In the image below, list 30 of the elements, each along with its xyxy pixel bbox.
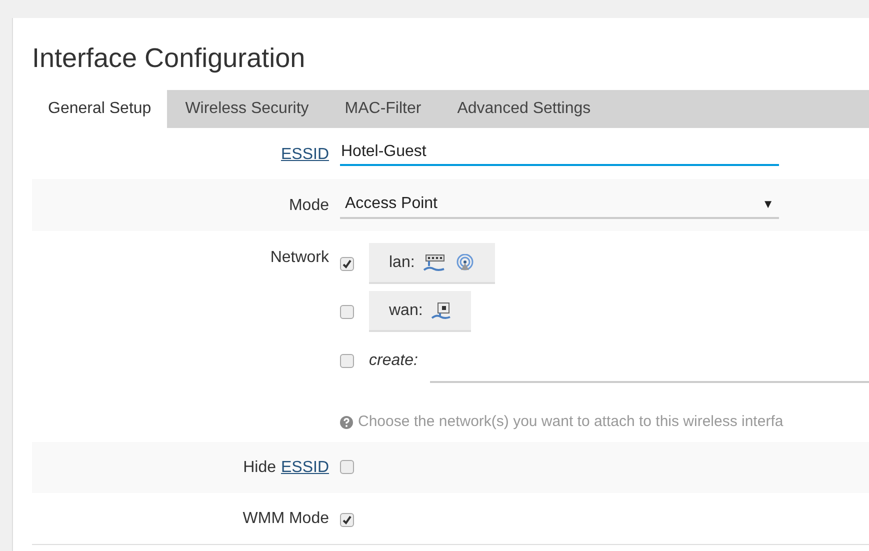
- page-title: Interface Configuration: [32, 42, 306, 75]
- tab[interactable]: Advanced Settings: [439, 90, 609, 128]
- checkbox[interactable]: [340, 304, 354, 318]
- field-label: Network: [270, 248, 329, 268]
- create-label: create:: [369, 351, 415, 371]
- interface-name: wan:: [389, 300, 423, 320]
- field-label: Hide: [243, 458, 276, 478]
- tab[interactable]: MAC-Filter: [326, 90, 440, 128]
- dropdown[interactable]: Access Point ▼: [340, 191, 779, 219]
- network-switch-icon: [422, 254, 445, 272]
- interface-chip[interactable]: lan:: [369, 243, 495, 284]
- help-text: Choose the network(s) you want to attach to this wireless interfa: [358, 412, 784, 432]
- field-label: Mode: [288, 196, 329, 216]
- checkbox[interactable]: [340, 460, 354, 474]
- field-label: WMM Mode: [242, 508, 329, 528]
- checkbox[interactable]: [340, 512, 354, 526]
- field-link[interactable]: ESSID: [280, 456, 329, 480]
- checkbox[interactable]: [340, 354, 354, 368]
- field-link[interactable]: ESSID: [280, 143, 329, 167]
- tab[interactable]: General Setup: [32, 90, 168, 128]
- checkbox[interactable]: [340, 256, 354, 270]
- help-icon: [340, 416, 353, 429]
- wireless-icon: [454, 254, 475, 272]
- interface-name: lan:: [389, 252, 415, 272]
- interface-chip[interactable]: wan:: [369, 291, 471, 332]
- dropdown-arrow: ▼: [762, 196, 774, 213]
- ethernet-port-icon: [430, 302, 451, 320]
- tab[interactable]: Wireless Security: [167, 90, 327, 128]
- dropdown-value: Access Point: [345, 194, 438, 214]
- text-input[interactable]: Hotel-Guest: [340, 140, 779, 166]
